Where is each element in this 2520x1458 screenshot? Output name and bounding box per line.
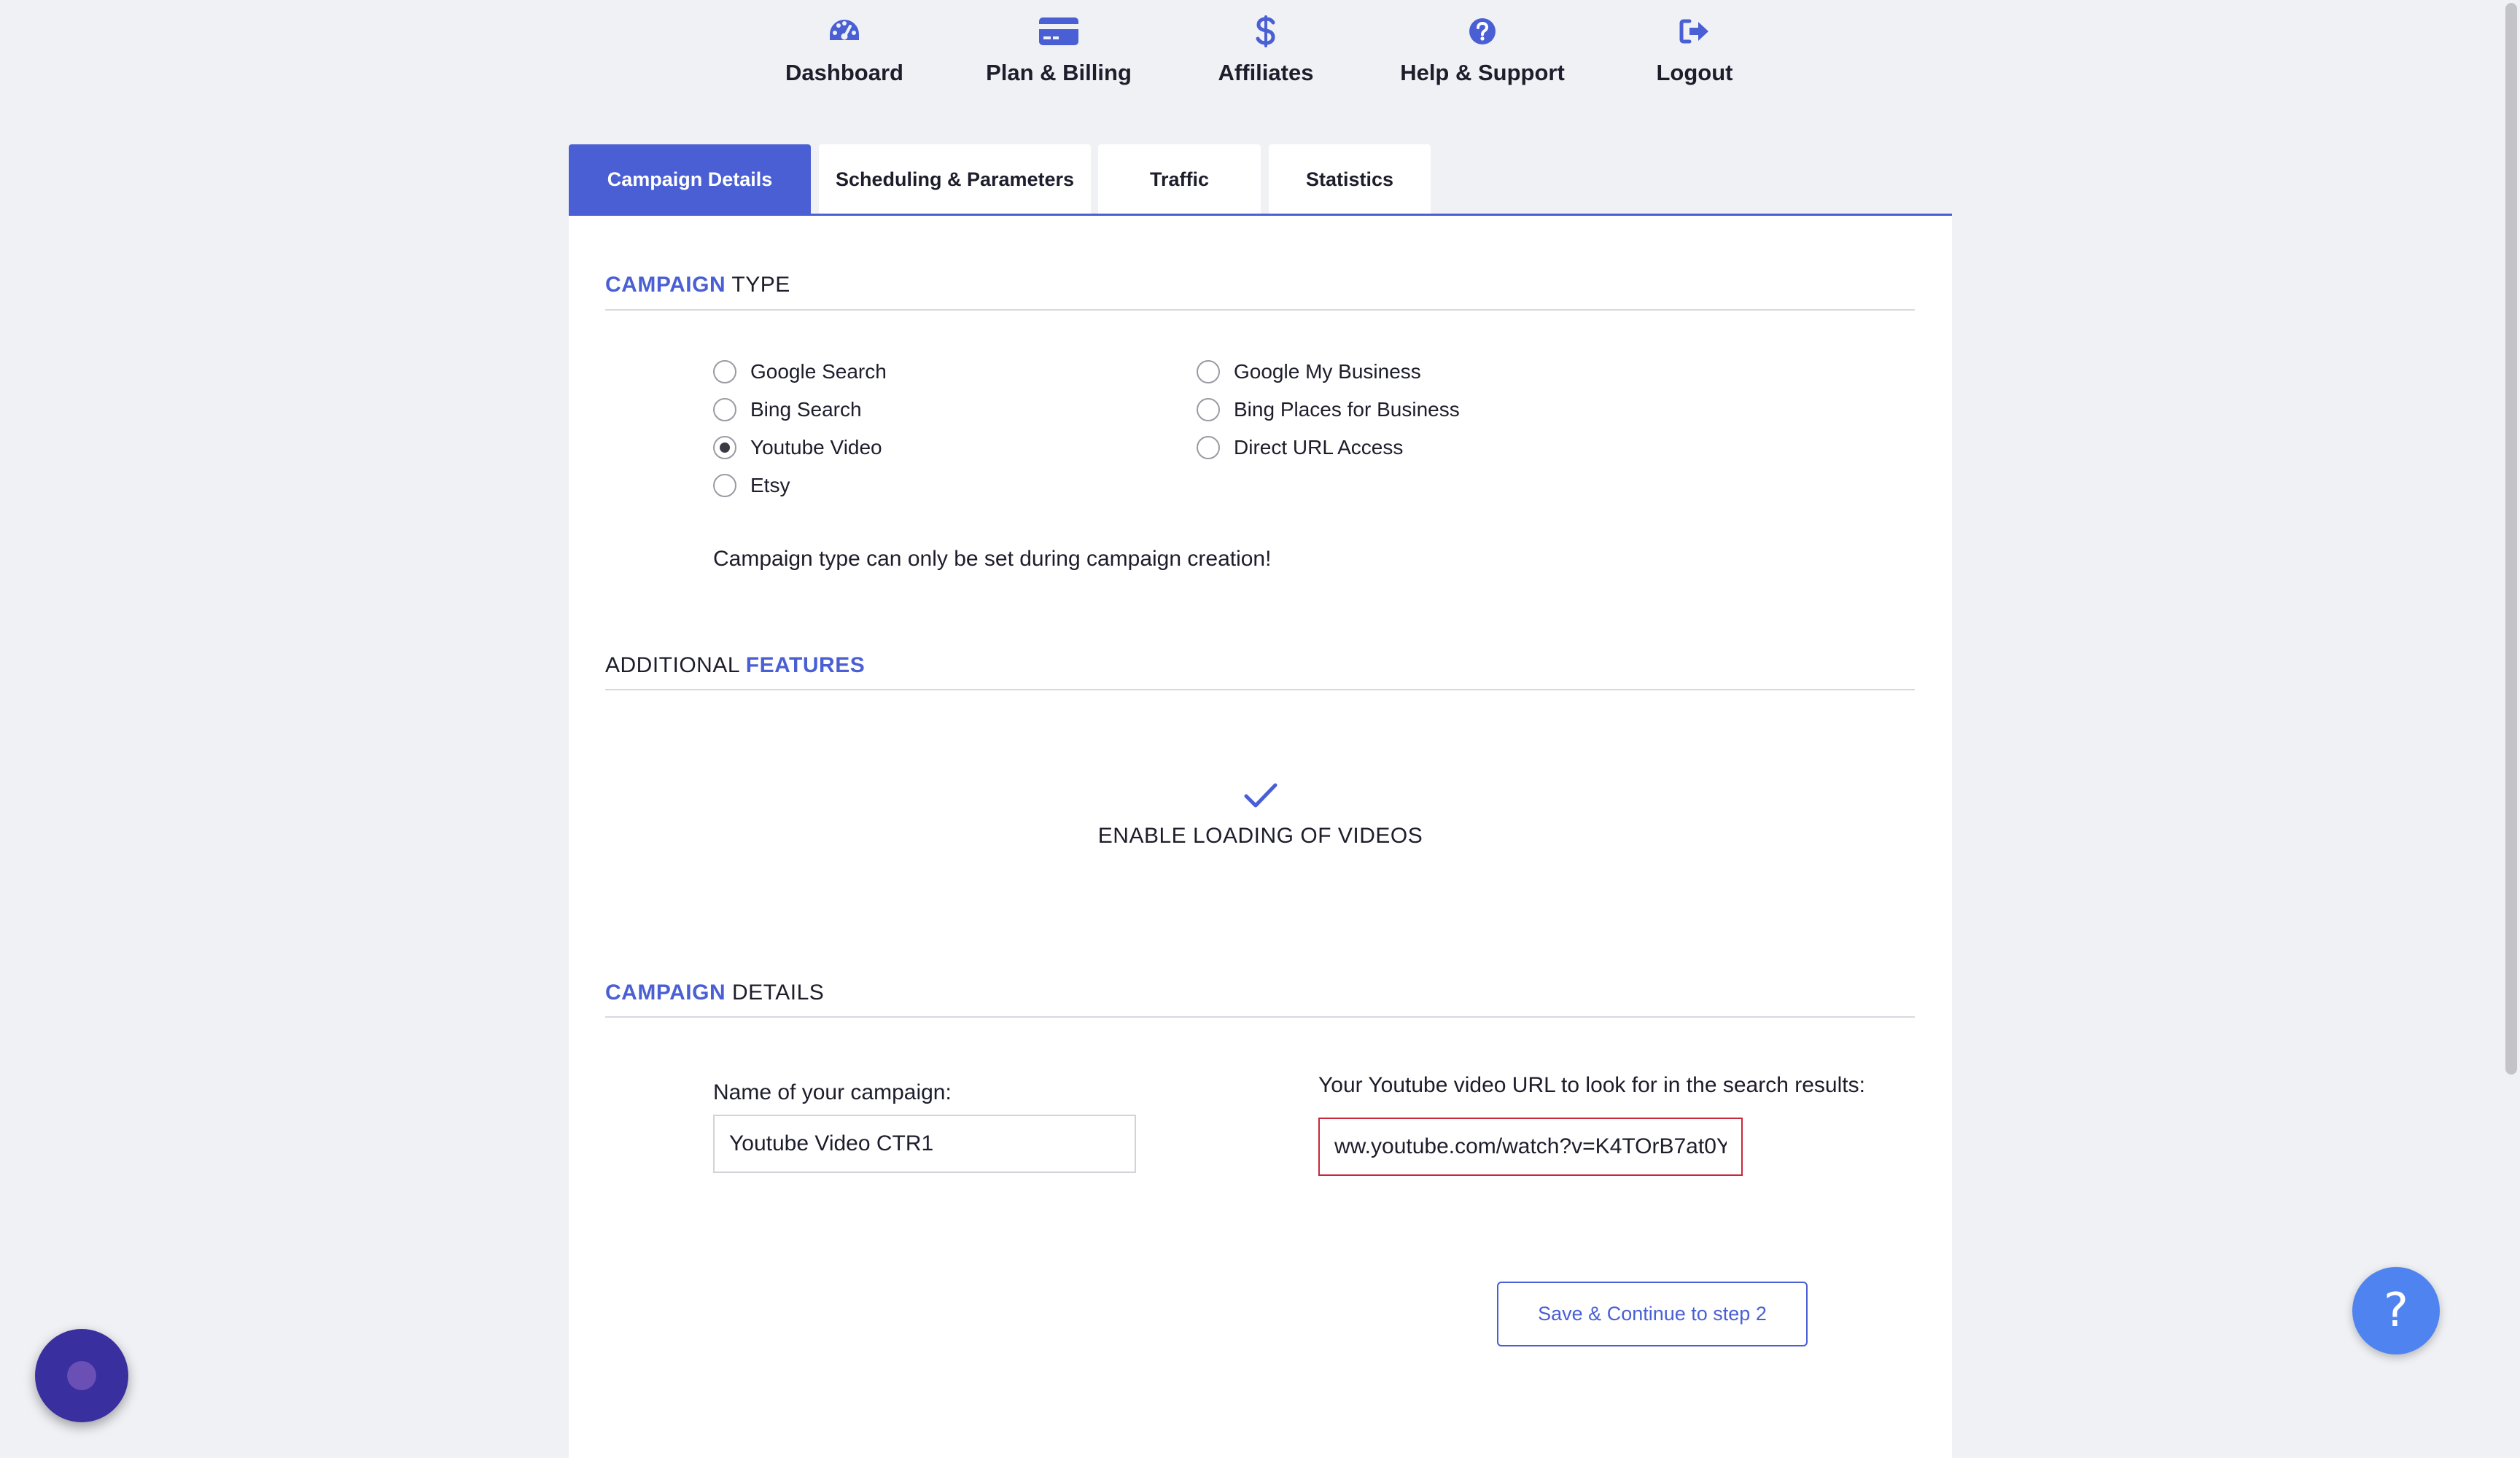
radio-google-my-business[interactable]: Google My Business — [1197, 360, 1421, 383]
campaign-name-input[interactable] — [713, 1115, 1136, 1173]
section-divider — [605, 689, 1915, 690]
section-title-accent: CAMPAIGN — [605, 273, 726, 297]
radio-button[interactable] — [713, 398, 736, 421]
nav-dashboard[interactable]: Dashboard — [785, 13, 903, 93]
save-continue-button[interactable]: Save & Continue to step 2 — [1497, 1282, 1808, 1346]
radio-label: Google Search — [750, 360, 887, 383]
campaign-name-label: Name of your campaign: — [713, 1080, 952, 1104]
radio-direct-url-access[interactable]: Direct URL Access — [1197, 436, 1403, 459]
radio-label: Bing Search — [750, 398, 862, 421]
radio-youtube-video[interactable]: Youtube Video — [713, 436, 882, 459]
radio-button[interactable] — [713, 360, 736, 383]
nav-help-support[interactable]: Help & Support — [1399, 13, 1566, 93]
dollar-icon — [1256, 15, 1275, 47]
logout-icon — [1679, 19, 1708, 44]
tab-traffic[interactable]: Traffic — [1098, 144, 1261, 214]
scrollbar-thumb[interactable] — [2505, 3, 2517, 1075]
radio-google-search[interactable]: Google Search — [713, 360, 887, 383]
campaign-details-panel: CAMPAIGN TYPE Google Search Bing Search … — [569, 216, 1952, 1458]
video-url-input[interactable] — [1318, 1118, 1743, 1176]
chat-dot-icon — [67, 1361, 96, 1390]
radio-button[interactable] — [1197, 436, 1220, 459]
nav-logout[interactable]: Logout — [1651, 13, 1738, 93]
section-title-rest: ADDITIONAL — [605, 653, 746, 677]
nav-label: Affiliates — [1218, 60, 1314, 85]
radio-etsy[interactable]: Etsy — [713, 474, 790, 497]
section-title-accent: CAMPAIGN — [605, 981, 726, 1005]
feature-toggle-video-loading[interactable]: ENABLE LOADING OF VIDEOS — [569, 781, 1952, 849]
question-circle-icon — [1469, 18, 1496, 44]
tab-campaign-details[interactable]: Campaign Details — [569, 144, 811, 214]
nav-affiliates[interactable]: Affiliates — [1211, 13, 1321, 93]
campaign-type-note: Campaign type can only be set during cam… — [713, 547, 1272, 571]
radio-button[interactable] — [713, 474, 736, 497]
nav-label: Logout — [1656, 60, 1733, 85]
radio-bing-places[interactable]: Bing Places for Business — [1197, 398, 1460, 421]
tab-scheduling-parameters[interactable]: Scheduling & Parameters — [819, 144, 1091, 214]
nav-label: Plan & Billing — [986, 60, 1132, 85]
nav-label: Help & Support — [1400, 60, 1565, 85]
top-navigation: Dashboard Plan & Billing Affiliates Help… — [0, 0, 2520, 109]
feature-label: ENABLE LOADING OF VIDEOS — [1097, 824, 1423, 848]
section-title-additional-features: ADDITIONAL FEATURES — [605, 653, 865, 678]
nav-plan-billing[interactable]: Plan & Billing — [986, 13, 1132, 93]
section-title-rest: DETAILS — [726, 981, 825, 1005]
chat-widget-button[interactable] — [35, 1329, 128, 1422]
tab-statistics[interactable]: Statistics — [1269, 144, 1431, 214]
section-title-campaign-details: CAMPAIGN DETAILS — [605, 981, 824, 1005]
radio-label: Direct URL Access — [1234, 436, 1404, 459]
radio-label: Youtube Video — [750, 436, 882, 459]
radio-button[interactable] — [1197, 398, 1220, 421]
dashboard-icon — [830, 20, 859, 40]
nav-label: Dashboard — [785, 60, 903, 85]
section-title-rest: TYPE — [726, 273, 790, 297]
section-divider — [605, 309, 1915, 311]
section-title-accent: FEATURES — [745, 653, 866, 677]
radio-button[interactable] — [1197, 360, 1220, 383]
section-title-campaign-type: CAMPAIGN TYPE — [605, 273, 790, 297]
radio-label: Etsy — [750, 474, 790, 496]
radio-button-checked[interactable] — [713, 436, 736, 459]
help-fab-button[interactable]: ? — [2352, 1267, 2440, 1354]
radio-bing-search[interactable]: Bing Search — [713, 398, 862, 421]
video-url-label: Your Youtube video URL to look for in th… — [1318, 1073, 1865, 1097]
radio-label: Google My Business — [1234, 360, 1421, 383]
section-divider — [605, 1016, 1915, 1018]
credit-card-icon — [1039, 17, 1078, 45]
radio-label: Bing Places for Business — [1234, 398, 1460, 421]
checkmark-icon — [1244, 783, 1277, 808]
